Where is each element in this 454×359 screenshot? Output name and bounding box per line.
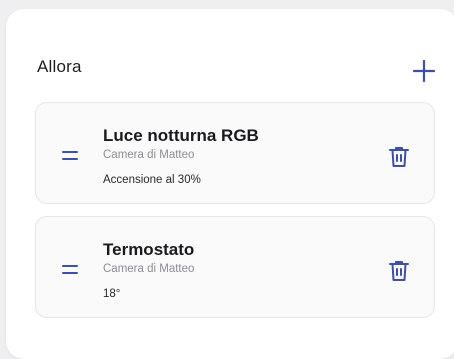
device-name: Luce notturna RGB (103, 126, 259, 145)
add-device-button[interactable] (410, 57, 438, 85)
delete-device-button[interactable] (388, 259, 410, 283)
device-status: Accensione al 30% (103, 174, 201, 186)
trash-icon (389, 147, 409, 167)
device-card[interactable]: Luce notturna RGB Camera di Matteo Accen… (35, 102, 435, 204)
panel-title: Allora (37, 57, 82, 76)
delete-device-button[interactable] (388, 145, 410, 169)
device-status: 18° (103, 288, 121, 300)
drag-handle-icon[interactable] (62, 262, 78, 278)
device-card[interactable]: Termostato Camera di Matteo 18° (35, 216, 435, 318)
trash-icon (389, 261, 409, 281)
drag-handle-icon[interactable] (62, 148, 78, 164)
device-room: Camera di Matteo (103, 263, 195, 275)
plus-icon (412, 59, 436, 83)
device-name: Termostato (103, 240, 195, 259)
device-room: Camera di Matteo (103, 149, 195, 161)
